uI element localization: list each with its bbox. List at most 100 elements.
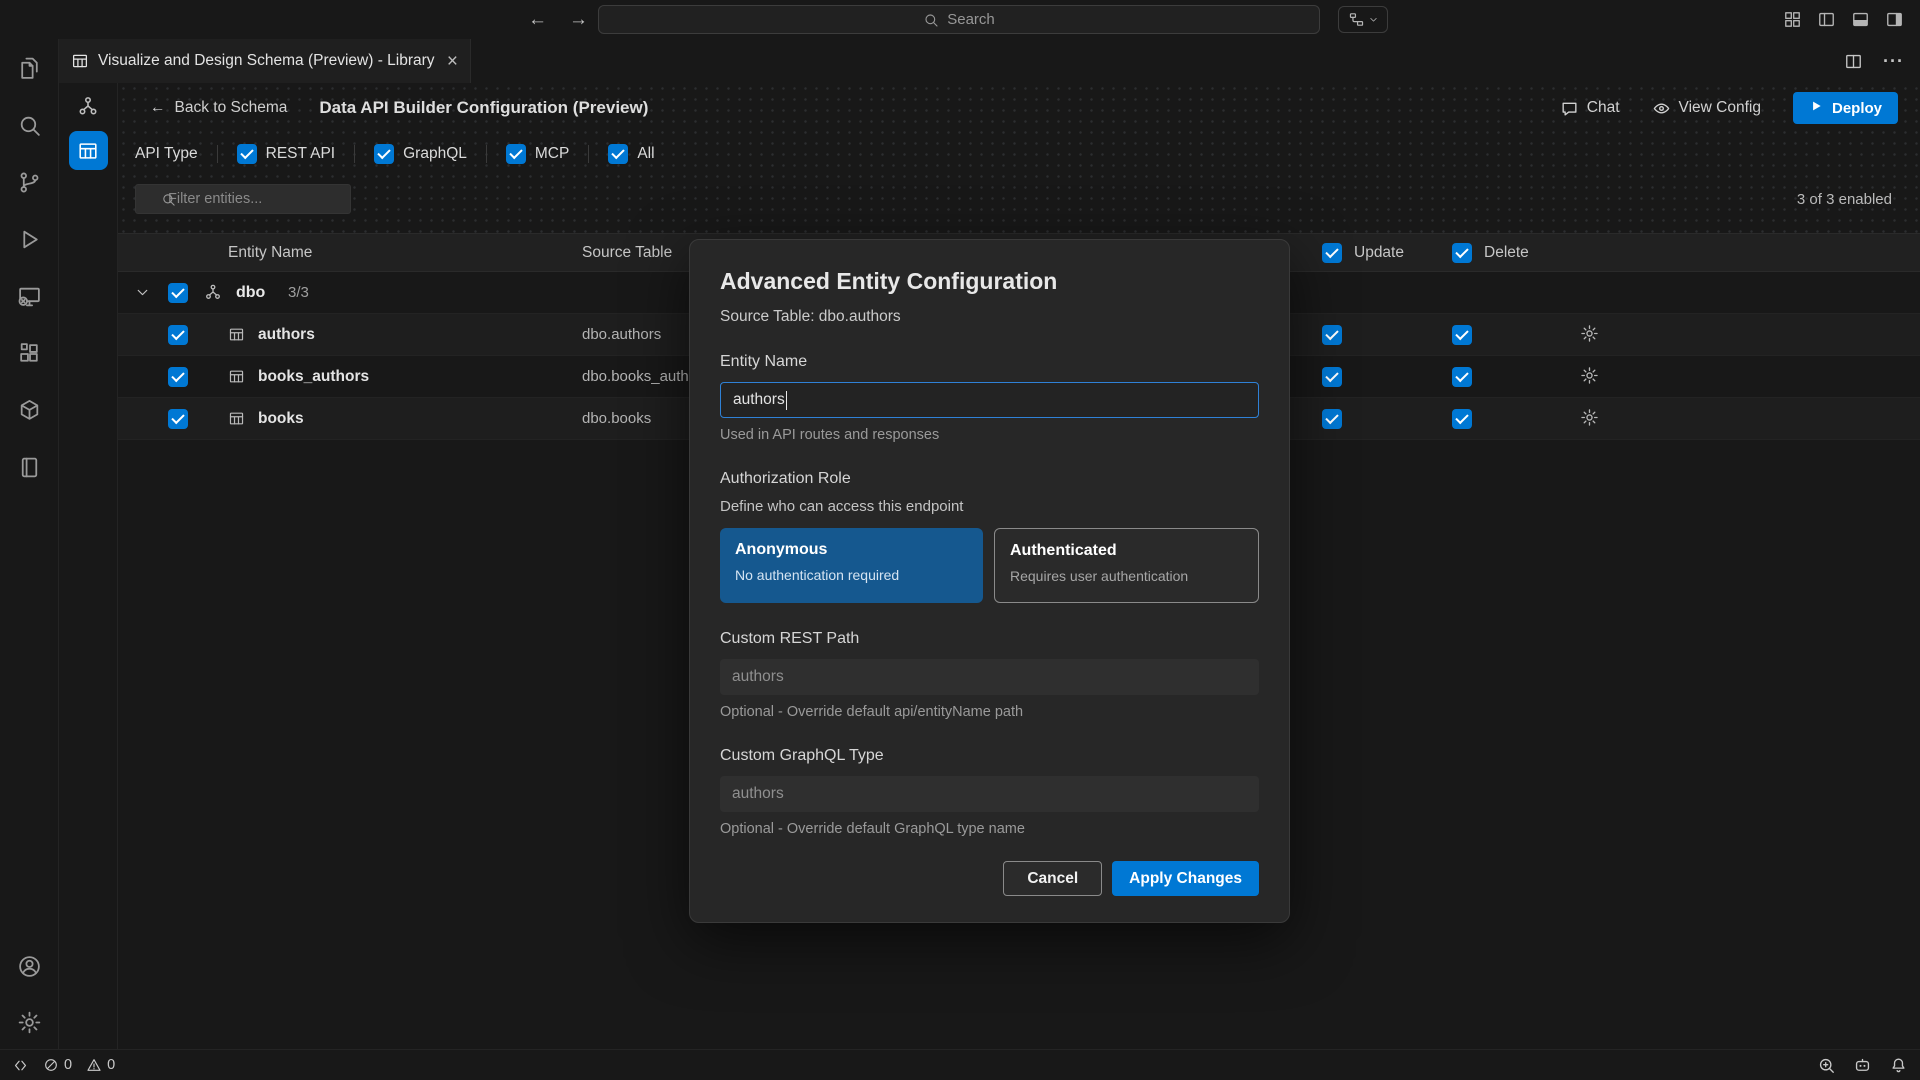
update-checkbox[interactable] — [1322, 325, 1342, 345]
chevron-down-icon — [1368, 14, 1379, 25]
dialog-source-table: Source Table: dbo.authors — [720, 308, 1259, 326]
row-settings-gear-icon[interactable] — [1580, 324, 1599, 343]
editor-more-actions-icon[interactable]: ··· — [1883, 51, 1904, 72]
data-api-builder-tool-button[interactable] — [69, 131, 108, 170]
authorization-role-label: Authorization Role — [720, 470, 1259, 488]
layout-grid-icon[interactable] — [1783, 10, 1802, 29]
rest-api-checkbox[interactable] — [237, 144, 257, 164]
delete-checkbox[interactable] — [1452, 325, 1472, 345]
col-delete: Delete — [1484, 234, 1529, 271]
notifications-bell-icon[interactable] — [1889, 1056, 1908, 1075]
custom-graphql-type-label: Custom GraphQL Type — [720, 747, 1259, 765]
zoom-in-icon[interactable] — [1817, 1056, 1836, 1075]
workflow-menu-button[interactable] — [1338, 6, 1388, 33]
col-entity-name: Entity Name — [228, 234, 312, 271]
role-title: Anonymous — [735, 541, 968, 559]
database-cube-icon[interactable] — [17, 398, 42, 423]
entity-name-input[interactable]: authors — [720, 382, 1259, 418]
tab-visualize-schema[interactable]: Visualize and Design Schema (Preview) - … — [59, 39, 471, 83]
col-source-table: Source Table — [582, 234, 672, 271]
account-icon[interactable] — [17, 954, 42, 979]
entity-name-label: Entity Name — [720, 353, 1259, 371]
warnings-status[interactable]: 0 — [86, 1057, 115, 1073]
table-icon — [228, 368, 245, 385]
view-config-button[interactable]: View Config — [1652, 99, 1761, 118]
visualize-schema-tool-icon[interactable] — [77, 95, 99, 117]
warning-count: 0 — [107, 1057, 115, 1073]
chevron-down-icon[interactable] — [134, 284, 151, 301]
deploy-label: Deploy — [1832, 100, 1882, 117]
custom-rest-path-input[interactable]: authors — [720, 659, 1259, 695]
tab-strip: Visualize and Design Schema (Preview) - … — [59, 39, 1920, 83]
toggle-panel-icon[interactable] — [1851, 10, 1870, 29]
activity-bar — [0, 39, 59, 1049]
command-center-search[interactable]: Search — [598, 5, 1320, 34]
role-option-authenticated[interactable]: Authenticated Requires user authenticati… — [994, 528, 1259, 603]
history-forward-icon[interactable]: → — [569, 9, 588, 31]
settings-gear-icon[interactable] — [17, 1010, 42, 1035]
source-table: dbo.authors — [582, 314, 661, 356]
chat-label: Chat — [1587, 99, 1620, 117]
delete-all-checkbox[interactable] — [1452, 243, 1472, 263]
dab-header: ← Back to Schema Data API Builder Config… — [118, 83, 1920, 233]
graphql-checkbox[interactable] — [374, 144, 394, 164]
update-all-checkbox[interactable] — [1322, 243, 1342, 263]
table-icon — [228, 326, 245, 343]
graphql-label: GraphQL — [403, 145, 467, 163]
role-desc: Requires user authentication — [1010, 568, 1243, 584]
custom-graphql-type-input[interactable]: authors — [720, 776, 1259, 812]
deploy-button[interactable]: Deploy — [1793, 92, 1898, 124]
error-count: 0 — [64, 1057, 72, 1073]
back-to-schema-link[interactable]: ← Back to Schema — [150, 99, 287, 117]
cancel-button[interactable]: Cancel — [1003, 861, 1102, 896]
error-icon — [43, 1057, 59, 1073]
toggle-primary-sidebar-icon[interactable] — [1817, 10, 1836, 29]
delete-checkbox[interactable] — [1452, 409, 1472, 429]
row-settings-gear-icon[interactable] — [1580, 366, 1599, 385]
delete-checkbox[interactable] — [1452, 367, 1472, 387]
entity-name-hint: Used in API routes and responses — [720, 427, 1259, 443]
back-arrow-icon: ← — [150, 99, 166, 117]
schema-icon — [204, 283, 222, 301]
row-settings-gear-icon[interactable] — [1580, 408, 1599, 427]
history-back-icon[interactable]: ← — [528, 9, 547, 31]
toggle-secondary-sidebar-icon[interactable] — [1885, 10, 1904, 29]
group-checkbox[interactable] — [168, 283, 188, 303]
errors-status[interactable]: 0 — [43, 1057, 72, 1073]
titlebar: ← → Search — [0, 0, 1920, 39]
search-icon — [923, 12, 939, 28]
extensions-icon[interactable] — [17, 341, 42, 366]
api-type-label: API Type — [135, 145, 198, 163]
all-checkbox[interactable] — [608, 144, 628, 164]
apply-changes-button[interactable]: Apply Changes — [1112, 861, 1259, 896]
run-debug-icon[interactable] — [17, 227, 42, 252]
entity-name: books_authors — [258, 356, 369, 398]
copilot-icon[interactable] — [1853, 1056, 1872, 1075]
row-checkbox[interactable] — [168, 367, 188, 387]
view-config-label: View Config — [1679, 99, 1761, 117]
schema-designer-toolbar — [59, 83, 118, 1049]
group-name: dbo — [236, 272, 265, 314]
role-desc: No authentication required — [735, 567, 968, 583]
enabled-summary: 3 of 3 enabled — [1797, 191, 1892, 208]
advanced-entity-configuration-dialog: Advanced Entity Configuration Source Tab… — [689, 239, 1290, 923]
text-caret — [786, 391, 788, 410]
chat-button[interactable]: Chat — [1560, 99, 1620, 118]
server-disconnected-icon[interactable] — [17, 284, 42, 309]
row-checkbox[interactable] — [168, 325, 188, 345]
tab-close-icon[interactable]: × — [447, 52, 458, 71]
source-control-icon[interactable] — [17, 170, 42, 195]
update-checkbox[interactable] — [1322, 409, 1342, 429]
library-book-icon[interactable] — [17, 455, 42, 480]
mcp-checkbox[interactable] — [506, 144, 526, 164]
entity-name: books — [258, 398, 304, 440]
split-editor-icon[interactable] — [1844, 52, 1863, 71]
status-bar: 0 0 — [0, 1049, 1920, 1080]
search-sidebar-icon[interactable] — [17, 113, 42, 138]
remote-indicator-icon[interactable] — [12, 1057, 29, 1074]
role-option-anonymous[interactable]: Anonymous No authentication required — [720, 528, 983, 603]
row-checkbox[interactable] — [168, 409, 188, 429]
update-checkbox[interactable] — [1322, 367, 1342, 387]
explorer-icon[interactable] — [17, 56, 42, 81]
group-count: 3/3 — [288, 272, 309, 314]
